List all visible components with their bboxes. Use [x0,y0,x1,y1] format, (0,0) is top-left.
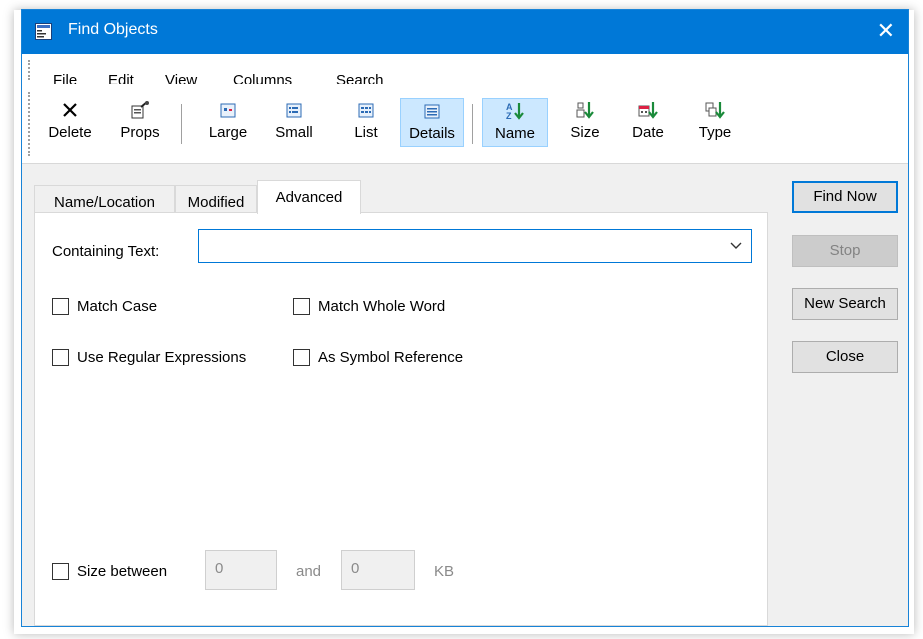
containing-text-combobox[interactable] [198,229,752,263]
details-label: Details [409,125,455,142]
tab-advanced[interactable]: Advanced [257,180,361,214]
and-label: and [296,563,322,580]
menu-bar [22,54,908,84]
size-between-checkbox[interactable] [52,563,69,580]
svg-text:Z: Z [506,111,512,121]
close-button[interactable]: Close [792,341,898,373]
properties-icon [131,101,149,119]
sort-name-icon: A Z [506,102,524,121]
find-now-button[interactable]: Find Now [792,181,898,213]
tab-modified[interactable]: Modified [175,185,257,213]
size-label: Size [570,124,600,141]
props-label: Props [120,124,160,141]
as-symbol-reference-checkbox[interactable] [293,349,310,366]
match-whole-word-checkbox[interactable] [293,298,310,315]
find-objects-window: Find Objects ✕ File Edit View Columns Se… [21,9,909,627]
containing-text-label: Containing Text: [52,243,160,260]
app-icon [35,23,52,40]
sort-date-icon [638,102,658,119]
as-symbol-reference-label[interactable]: As Symbol Reference [318,349,463,366]
new-search-button[interactable]: New Search [792,288,898,320]
size-max-input[interactable]: 0 [341,550,415,590]
props-button[interactable]: Props [114,98,166,147]
date-label: Date [632,124,664,141]
name-label: Name [494,125,535,142]
use-regex-label[interactable]: Use Regular Expressions [77,349,246,366]
small-icons-button[interactable]: Small [268,98,320,147]
large-icons-icon [220,103,236,118]
tab-name-location[interactable]: Name/Location [34,185,175,213]
kb-unit-label: KB [434,563,455,580]
delete-button[interactable]: Delete [46,98,94,147]
match-case-label[interactable]: Match Case [77,298,157,315]
list-view-button[interactable]: List [343,98,389,147]
title-bar: Find Objects ✕ [22,10,908,54]
details-view-button[interactable]: Details [400,98,464,147]
toolbar-separator [181,104,182,144]
small-icons-icon [286,103,302,118]
large-icons-button[interactable]: Large [202,98,254,147]
delete-icon [63,103,77,117]
toolbar: Delete Props Large Small List Details A … [22,84,908,164]
sort-by-name-button[interactable]: A Z Name [482,98,548,147]
tab-modified-label: Modified [187,194,245,211]
match-whole-word-label[interactable]: Match Whole Word [318,298,445,315]
delete-label: Delete [48,124,92,141]
toolbar-grip[interactable] [28,92,32,156]
sort-size-icon [576,102,594,119]
toolbar-separator [472,104,473,144]
window-title: Find Objects [68,21,158,38]
sort-by-type-button[interactable]: Type [692,98,738,147]
list-label: List [354,124,378,141]
sort-type-icon [705,102,725,119]
sort-by-size-button[interactable]: Size [562,98,608,147]
list-icon [358,103,374,118]
close-icon[interactable]: ✕ [877,18,895,44]
size-min-input[interactable]: 0 [205,550,277,590]
large-label: Large [208,124,248,141]
sort-by-date-button[interactable]: Date [623,98,673,147]
small-label: Small [275,124,313,141]
details-icon [424,104,440,119]
use-regex-checkbox[interactable] [52,349,69,366]
tab-name-location-label: Name/Location [54,194,155,211]
type-label: Type [698,124,732,141]
chevron-down-icon[interactable] [729,239,743,253]
match-case-checkbox[interactable] [52,298,69,315]
stop-button[interactable]: Stop [792,235,898,267]
menubar-grip[interactable] [28,60,32,80]
size-between-label[interactable]: Size between [77,563,167,580]
tab-advanced-label: Advanced [275,189,343,206]
